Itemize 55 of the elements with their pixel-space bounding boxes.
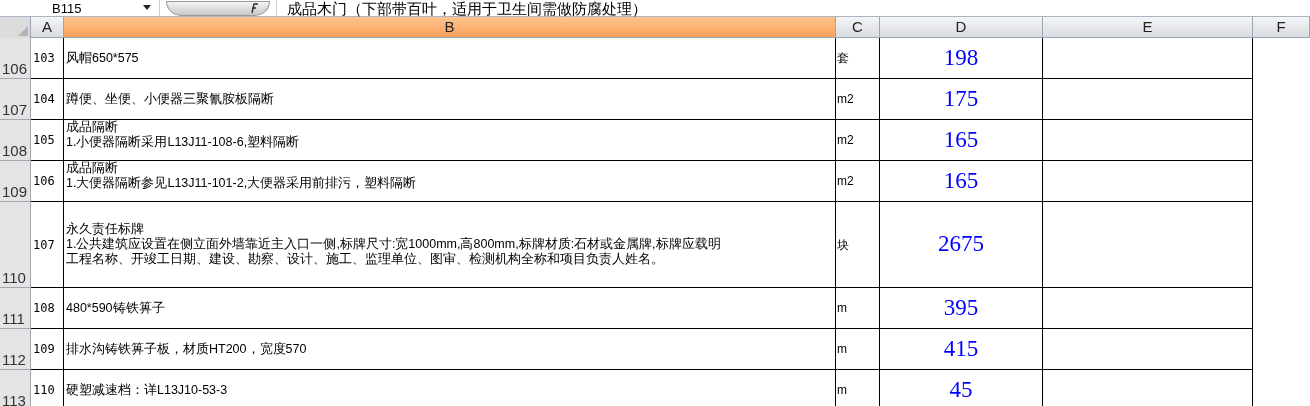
cell-text-line: 工程名称、开竣工日期、建设、勘察、设计、施工、监理单位、图审、检测机构全称和项目负责人姓名。 — [66, 252, 665, 267]
table-cell: 109 — [31, 329, 64, 370]
row-header[interactable]: 108 — [0, 120, 31, 161]
table-cell: 104 — [31, 79, 64, 120]
cell-text-line: 480*590铸铁箅子 — [66, 300, 166, 316]
cell-text-line: 蹲便、坐便、小便器三聚氰胺板隔断 — [66, 91, 275, 107]
row-header[interactable]: 109 — [0, 161, 31, 202]
table-cell: m — [836, 329, 880, 370]
row-header[interactable]: 110 — [0, 202, 31, 288]
corner-triangle-icon — [18, 26, 28, 36]
table-cell: 2675 — [880, 202, 1043, 288]
cell-text-line: 风帽650*575 — [66, 50, 140, 66]
table-cell: 395 — [880, 288, 1043, 329]
table-cell: m2 — [836, 79, 880, 120]
cell-text-line: 1.大便器隔断参见L13J11-101-2,大便器采用前排污，塑料隔断 — [66, 176, 418, 191]
table-cell: 415 — [880, 329, 1043, 370]
table-cell: m — [836, 370, 880, 406]
table-cell: 110 — [31, 370, 64, 406]
row-header[interactable]: 106 — [0, 38, 31, 79]
table-cell: 198 — [880, 38, 1043, 79]
column-header[interactable]: E — [1043, 17, 1253, 37]
table-cell: 套 — [836, 38, 880, 79]
table-cell: m2 — [836, 161, 880, 202]
table-cell: 103 — [31, 38, 64, 79]
table-cell: 106 — [31, 161, 64, 202]
table-cell: m2 — [836, 120, 880, 161]
table-cell: m — [836, 288, 880, 329]
table-cell: 175 — [880, 79, 1043, 120]
row-header[interactable]: 112 — [0, 329, 31, 370]
table-cell: 块 — [836, 202, 880, 288]
formula-field[interactable]: 成品木门（下部带百叶，适用于卫生间需做防腐处理） — [276, 0, 647, 17]
cell-text-line: 成品隔断 — [66, 120, 119, 135]
cell-text-line: 永久责任标牌 — [66, 222, 145, 237]
column-header[interactable]: F — [1253, 17, 1310, 37]
row-header[interactable]: 111 — [0, 288, 31, 329]
column-header[interactable]: C — [836, 17, 880, 37]
table-cell: 105 — [31, 120, 64, 161]
dropdown-icon[interactable] — [143, 5, 151, 11]
column-header[interactable]: B — [64, 17, 836, 37]
table-cell: 108 — [31, 288, 64, 329]
table-cell: 45 — [880, 370, 1043, 406]
cell-text-line: 排水沟铸铁箅子板，材质HT200，宽度570 — [66, 341, 308, 357]
cell-text-line: 1.小便器隔断采用L13J11-108-6,塑料隔断 — [66, 135, 301, 150]
table-cell: 165 — [880, 161, 1043, 202]
function-icon[interactable] — [249, 2, 261, 14]
table-cell: 165 — [880, 120, 1043, 161]
row-header[interactable]: 107 — [0, 79, 31, 120]
cell-text-line: 1.公共建筑应设置在侧立面外墙靠近主入口一侧,标牌尺寸:宽1000mm,高800mm,标牌材质:石材或金属牌,标牌应载明 — [66, 237, 722, 252]
column-header[interactable]: A — [31, 17, 64, 37]
row-header[interactable]: 113 — [0, 370, 31, 406]
cell-text-line: 成品隔断 — [66, 161, 119, 176]
name-box[interactable]: B115 — [0, 0, 160, 17]
column-header[interactable]: D — [880, 17, 1043, 37]
table-cell: 107 — [31, 202, 64, 288]
cell-text-line: 硬塑减速档：详L13J10-53-3 — [66, 382, 229, 398]
